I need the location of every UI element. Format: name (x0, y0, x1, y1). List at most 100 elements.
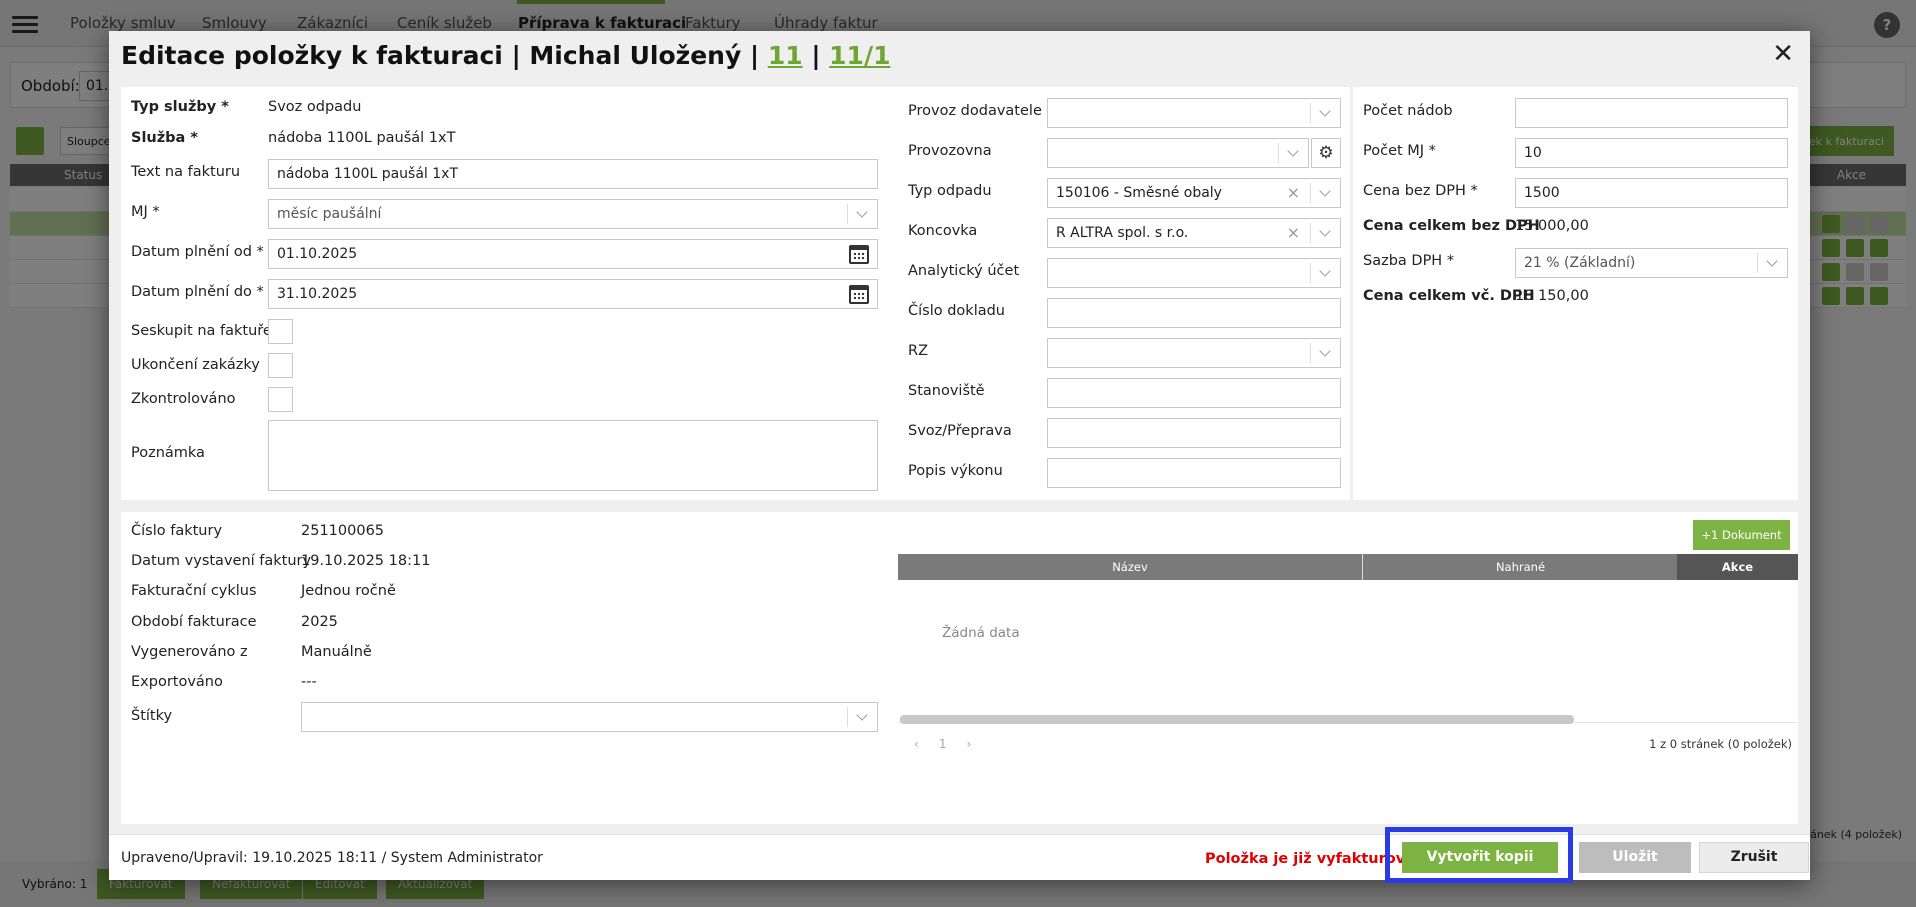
pocet-mj-input[interactable]: 10 (1515, 138, 1788, 168)
chevron-down-icon[interactable] (1310, 223, 1340, 243)
calendar-icon[interactable] (849, 285, 869, 304)
vygenerovano-label: Vygenerováno z (131, 644, 248, 660)
chevron-down-icon[interactable] (1310, 103, 1340, 123)
cislo-faktury-value: 251100065 (301, 523, 385, 539)
operation-panel: Provoz dodavatele Provozovna ⚙ Typ odpad… (898, 87, 1350, 500)
zkontrolovano-label: Zkontrolováno (131, 391, 236, 407)
ukonceni-checkbox[interactable] (268, 353, 293, 378)
page-number[interactable]: 1 (939, 737, 947, 751)
mj-value: měsíc paušální (277, 206, 382, 222)
text-na-fakturu-label: Text na fakturu (131, 164, 241, 180)
calendar-icon[interactable] (849, 245, 869, 264)
vygenerovano-value: Manuálně (301, 644, 372, 660)
cena-bez-dph-input[interactable]: 1500 (1515, 178, 1788, 208)
text-na-fakturu-input[interactable]: nádoba 1100L paušál 1xT (268, 159, 878, 189)
chevron-down-icon[interactable] (1757, 253, 1787, 273)
koncovka-select[interactable]: R ALTRA spol. s r.o. × (1047, 218, 1341, 248)
clear-icon[interactable]: × (1287, 219, 1300, 247)
dialog-title-text: Editace položky k fakturaci | Michal Ulo… (121, 41, 768, 70)
sazba-dph-value: 21 % (Základní) (1524, 255, 1636, 271)
updated-info: Upraveno/Upravil: 19.10.2025 18:11 / Sys… (121, 850, 543, 866)
datum-do-label: Datum plnění do * (131, 284, 264, 300)
poznamka-textarea[interactable] (268, 420, 878, 491)
datum-od-input[interactable]: 01.10.2025 (268, 239, 878, 269)
cena-celkem-vc-label: Cena celkem vč. DPH (1363, 288, 1535, 304)
item-link[interactable]: 11/1 (829, 41, 890, 70)
datum-vystaveni-label: Datum vystavení faktury (131, 553, 312, 569)
poznamka-label: Poznámka (131, 445, 205, 461)
add-document-button[interactable]: +1 Dokument (1693, 520, 1790, 550)
koncovka-value: R ALTRA spol. s r.o. (1056, 225, 1189, 241)
analyticky-ucet-select[interactable] (1047, 258, 1341, 288)
provoz-select[interactable] (1047, 98, 1341, 128)
ukonceni-label: Ukončení zakázky (131, 357, 260, 373)
chevron-down-icon[interactable] (1310, 183, 1340, 203)
pocet-nadob-label: Počet nádob (1363, 103, 1453, 119)
mj-select[interactable]: měsíc paušální (268, 199, 878, 229)
empty-state: Žádná data (942, 625, 1020, 641)
stanoviste-input[interactable] (1047, 378, 1341, 408)
exportovano-label: Exportováno (131, 674, 223, 690)
pocet-nadob-input[interactable] (1515, 98, 1788, 128)
chevron-down-icon[interactable] (1310, 343, 1340, 363)
cena-celkem-bez-label: Cena celkem bez DPH (1363, 218, 1540, 234)
chevron-down-icon[interactable] (1278, 143, 1308, 163)
cislo-faktury-label: Číslo faktury (131, 523, 223, 539)
invoice-info-panel: Číslo faktury 251100065 Datum vystavení … (121, 512, 898, 824)
documents-grid-header: Název Nahrané Akce (898, 554, 1798, 580)
provozovna-select[interactable] (1047, 138, 1309, 168)
popis-vykonu-label: Popis výkonu (908, 463, 1003, 479)
typ-odpadu-value: 150106 - Směsné obaly (1056, 185, 1222, 201)
obdobi-fakturace-label: Období fakturace (131, 614, 257, 630)
pricing-panel: Počet nádob Počet MJ * 10 Cena bez DPH *… (1353, 87, 1798, 500)
clear-icon[interactable]: × (1287, 179, 1300, 207)
provozovna-label: Provozovna (908, 143, 992, 159)
seskupit-checkbox[interactable] (268, 319, 293, 344)
fakturacni-cyklus-value: Jednou ročně (301, 583, 396, 599)
stitky-select[interactable] (301, 702, 878, 732)
cislo-dokladu-label: Číslo dokladu (908, 303, 1005, 319)
cena-celkem-bez-value: 15 000,00 (1515, 218, 1589, 234)
cancel-button[interactable]: Zrušit (1699, 842, 1809, 873)
zkontrolovano-checkbox[interactable] (268, 387, 293, 412)
pocet-mj-label: Počet MJ * (1363, 143, 1436, 159)
title-separator: | (802, 41, 830, 70)
chevron-down-icon[interactable] (847, 707, 877, 727)
koncovka-label: Koncovka (908, 223, 978, 239)
datum-vystaveni-value: 19.10.2025 18:11 (301, 553, 431, 569)
datum-do-input[interactable]: 31.10.2025 (268, 279, 878, 309)
service-panel: Typ služby * Svoz odpadu Služba * nádoba… (121, 87, 898, 500)
akce-column-header: Akce (1677, 554, 1798, 580)
chevron-down-icon[interactable] (847, 204, 877, 224)
exportovano-value: --- (301, 674, 317, 690)
save-button[interactable]: Uložit (1579, 842, 1691, 873)
sazba-dph-label: Sazba DPH * (1363, 253, 1455, 269)
horizontal-scrollbar[interactable] (900, 715, 1574, 724)
gear-icon[interactable]: ⚙ (1311, 138, 1341, 168)
svoz-input[interactable] (1047, 418, 1341, 448)
obdobi-fakturace-value: 2025 (301, 614, 338, 630)
mj-label: MJ * (131, 204, 160, 220)
close-icon[interactable]: ✕ (1772, 41, 1794, 67)
analyticky-ucet-label: Analytický účet (908, 263, 1020, 279)
seskupit-label: Seskupit na faktuře (131, 323, 272, 339)
rz-label: RZ (908, 343, 929, 359)
contract-link[interactable]: 11 (768, 41, 803, 70)
stitky-label: Štítky (131, 708, 173, 724)
chevron-down-icon[interactable] (1310, 263, 1340, 283)
sazba-dph-select[interactable]: 21 % (Základní) (1515, 248, 1788, 278)
cislo-dokladu-input[interactable] (1047, 298, 1341, 328)
edit-item-dialog: Editace položky k fakturaci | Michal Ulo… (109, 31, 1810, 883)
prev-page-icon[interactable]: ‹ (914, 737, 919, 751)
documents-panel: +1 Dokument Název Nahrané Akce Žádná dat… (898, 512, 1798, 824)
next-page-icon[interactable]: › (966, 737, 971, 751)
create-copy-button[interactable]: Vytvořit kopii (1402, 842, 1558, 873)
typ-odpadu-label: Typ odpadu (908, 183, 992, 199)
cena-celkem-vc-value: 18 150,00 (1515, 288, 1589, 304)
rz-select[interactable] (1047, 338, 1341, 368)
typ-sluzby-label: Typ služby * (131, 99, 229, 115)
typ-odpadu-select[interactable]: 150106 - Směsné obaly × (1047, 178, 1341, 208)
popis-vykonu-input[interactable] (1047, 458, 1341, 488)
nahrane-column-header[interactable]: Nahrané (1364, 554, 1677, 580)
nazev-column-header[interactable]: Název (898, 554, 1363, 580)
